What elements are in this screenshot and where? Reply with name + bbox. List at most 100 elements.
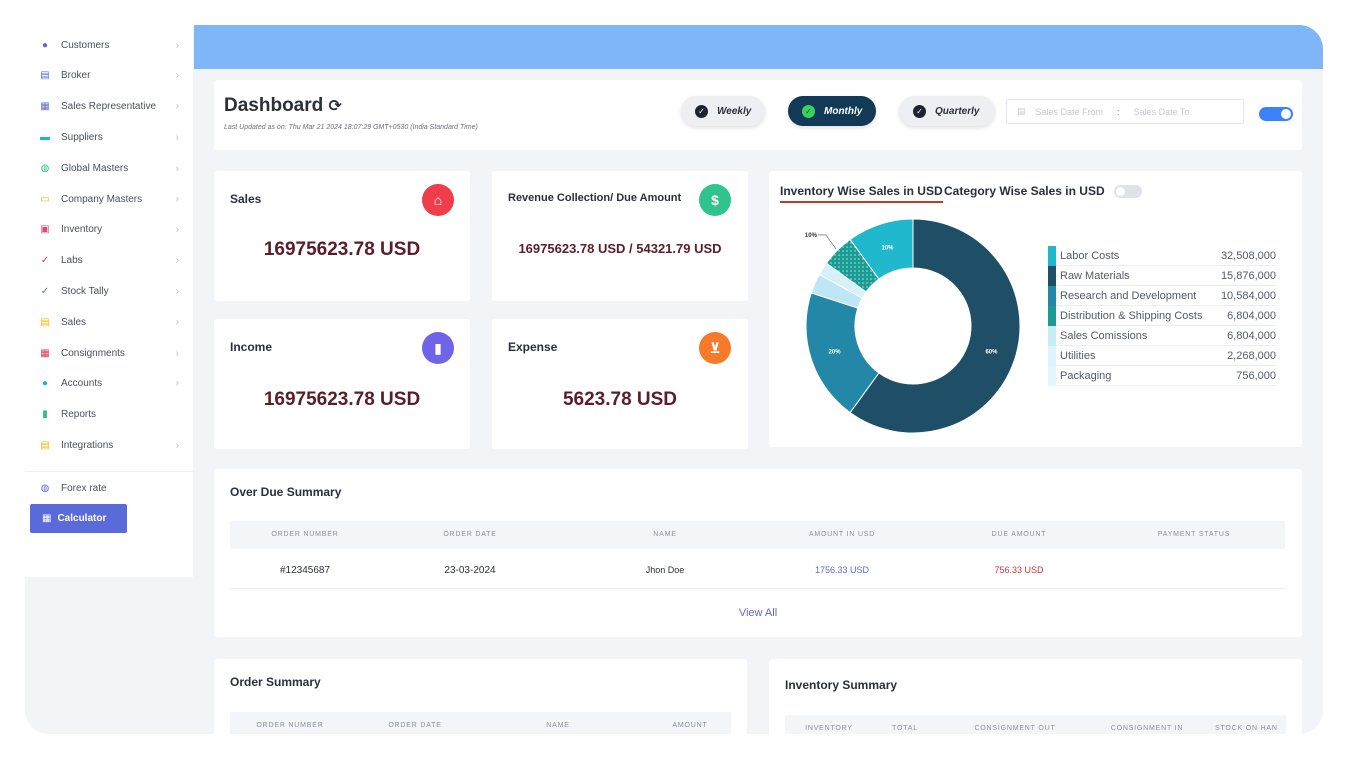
user-icon: ●: [41, 378, 49, 390]
calculator-button[interactable]: ▦ Calculator: [30, 504, 127, 533]
legend-label: Packaging: [1060, 369, 1112, 382]
inventory-summary-card: Inventory Summary INVENTORY TOTAL CONSIG…: [769, 659, 1302, 734]
sidebar-item-label: Consignments: [61, 347, 125, 359]
cart-icon: ⊻: [699, 332, 731, 364]
col-amount-usd: AMOUNT IN USD: [808, 531, 876, 538]
date-from-input[interactable]: Sales Date From: [1036, 107, 1104, 117]
overdue-table-header: ORDER NUMBER ORDER DATE NAME AMOUNT IN U…: [230, 521, 1285, 549]
legend-item: Sales Comissions 6,804,000: [1048, 325, 1276, 346]
header-toggle[interactable]: [1259, 107, 1293, 121]
chevron-right-icon: ›: [175, 193, 179, 205]
col-name: NAME: [546, 722, 570, 729]
legend-swatch: [1048, 265, 1056, 286]
sidebar-item-inventory[interactable]: ▣ Inventory ›: [25, 215, 193, 245]
user-icon: ●: [41, 39, 49, 51]
sidebar-item-suppliers[interactable]: ▬ Suppliers ›: [25, 122, 193, 152]
tab-category-wise[interactable]: Category Wise Sales in USD: [944, 184, 1105, 198]
sidebar-item-customers[interactable]: ● Customers ›: [25, 30, 193, 60]
sidebar-item-label: Company Masters: [61, 193, 143, 205]
top-banner: [194, 25, 1323, 69]
sidebar-item-label: Sales: [61, 316, 87, 328]
app-frame: ● Customers › ▤ Broker › ▦ Sales Representative…: [25, 25, 1323, 734]
sidebar-item-label: Stock Tally: [61, 285, 109, 297]
col-order-date: ORDER DATE: [443, 531, 497, 538]
category-toggle[interactable]: [1114, 185, 1142, 198]
sidebar-item-label: Integrations: [61, 439, 114, 451]
date-to-input[interactable]: Sales Date To: [1134, 107, 1190, 117]
legend-swatch: [1048, 365, 1056, 386]
check-icon: ✓: [40, 255, 50, 267]
store-icon: ⌂: [422, 184, 454, 216]
donut-data-label: 60%: [985, 349, 998, 355]
donut-data-label: 10%: [881, 246, 894, 252]
sidebar-item-label: Global Masters: [61, 162, 129, 174]
legend-item: Raw Materials 15,876,000: [1048, 265, 1276, 286]
donut-chart: 60% 20% 10% 10%: [805, 218, 1021, 434]
sidebar-item-broker[interactable]: ▤ Broker ›: [25, 61, 193, 91]
calendar-icon: ▤: [1017, 106, 1026, 116]
check-icon: ✓: [40, 285, 50, 297]
sidebar-item-reports[interactable]: ▮ Reports: [25, 400, 193, 430]
sidebar-item-labs[interactable]: ✓ Labs ›: [25, 246, 193, 276]
legend-swatch: [1048, 285, 1056, 306]
revenue-card: Revenue Collection/ Due Amount $ 1697562…: [492, 171, 748, 301]
col-order-date: ORDER DATE: [388, 722, 442, 729]
chevron-right-icon: ›: [175, 347, 179, 359]
check-circle-icon: ✓: [695, 104, 708, 118]
date-separator: :: [1117, 106, 1120, 117]
sidebar-item-integrations[interactable]: ▤ Integrations ›: [25, 430, 193, 460]
income-value: 16975623.78 USD: [263, 389, 421, 410]
income-card: Income ▮ 16975623.78 USD: [214, 319, 470, 449]
legend-item: Packaging 756,000: [1048, 365, 1276, 386]
period-quarterly-button[interactable]: ✓ Quarterly: [899, 96, 995, 126]
sidebar-item-label: Labs: [61, 255, 83, 267]
chevron-right-icon: ›: [175, 224, 179, 236]
col-consignment-out: CONSIGNMENT OUT: [974, 725, 1056, 732]
donut-data-label: 20%: [829, 349, 842, 355]
chevron-right-icon: ›: [175, 39, 179, 51]
money-icon: $: [699, 184, 731, 216]
refresh-icon[interactable]: ⟳: [329, 98, 342, 115]
sidebar-item-global-masters[interactable]: ◍ Global Masters ›: [25, 153, 193, 183]
suppliers-icon: ▬: [40, 131, 50, 143]
globe-icon: ◍: [40, 162, 50, 174]
bar-chart-icon: ▮: [422, 332, 454, 364]
legend-swatch: [1048, 305, 1056, 326]
sales-date-range[interactable]: ▤ Sales Date From : Sales Date To: [1006, 99, 1244, 124]
col-stock-on-hand: STOCK ON HAN: [1215, 725, 1278, 732]
legend-label: Distribution & Shipping Costs: [1060, 309, 1203, 322]
sidebar-item-label: Broker: [61, 70, 91, 82]
period-weekly-button[interactable]: ✓ Weekly: [681, 96, 765, 126]
income-label: Income: [230, 340, 273, 354]
period-monthly-button[interactable]: ✓ Monthly: [788, 96, 876, 126]
calculator-icon: ▦: [42, 513, 52, 524]
sidebar-item-accounts[interactable]: ● Accounts ›: [25, 369, 193, 399]
chevron-right-icon: ›: [175, 131, 179, 143]
sidebar-item-label: Suppliers: [61, 131, 103, 143]
sidebar-item-consignments[interactable]: ▦ Consignments ›: [25, 338, 193, 368]
consignments-icon: ▦: [40, 347, 50, 359]
table-row[interactable]: #12345687 23-03-2024 Jhon Doe 1756.33 US…: [230, 549, 1285, 589]
chevron-right-icon: ›: [175, 70, 179, 82]
sidebar-item-forex-rate[interactable]: ◍ Forex rate: [25, 473, 193, 503]
sales-card: Sales ⌂ 16975623.78 USD: [214, 171, 470, 301]
col-payment-status: PAYMENT STATUS: [1157, 531, 1231, 538]
chevron-right-icon: ›: [175, 255, 179, 267]
legend-value: 2,268,000: [1227, 349, 1276, 362]
chevron-right-icon: ›: [175, 378, 179, 390]
legend-label: Labor Costs: [1060, 249, 1120, 262]
legend-swatch: [1048, 245, 1056, 266]
sidebar-item-sales[interactable]: ▤ Sales ›: [25, 307, 193, 337]
expense-label: Expense: [508, 340, 558, 354]
sales-rep-icon: ▦: [40, 101, 50, 113]
legend-value: 32,508,000: [1220, 249, 1276, 262]
col-total: TOTAL: [892, 725, 918, 732]
overdue-summary-card: Over Due Summary ORDER NUMBER ORDER DATE…: [214, 469, 1302, 637]
sidebar-item-company-masters[interactable]: ▭ Company Masters ›: [25, 184, 193, 214]
inventory-icon: ▣: [40, 224, 50, 236]
legend-swatch: [1048, 325, 1056, 346]
bar-chart-icon: ▮: [42, 409, 48, 421]
sidebar-item-stock-tally[interactable]: ✓ Stock Tally ›: [25, 276, 193, 306]
sidebar-item-sales-representative[interactable]: ▦ Sales Representative ›: [25, 92, 193, 122]
view-all-link[interactable]: View All: [214, 607, 1302, 619]
